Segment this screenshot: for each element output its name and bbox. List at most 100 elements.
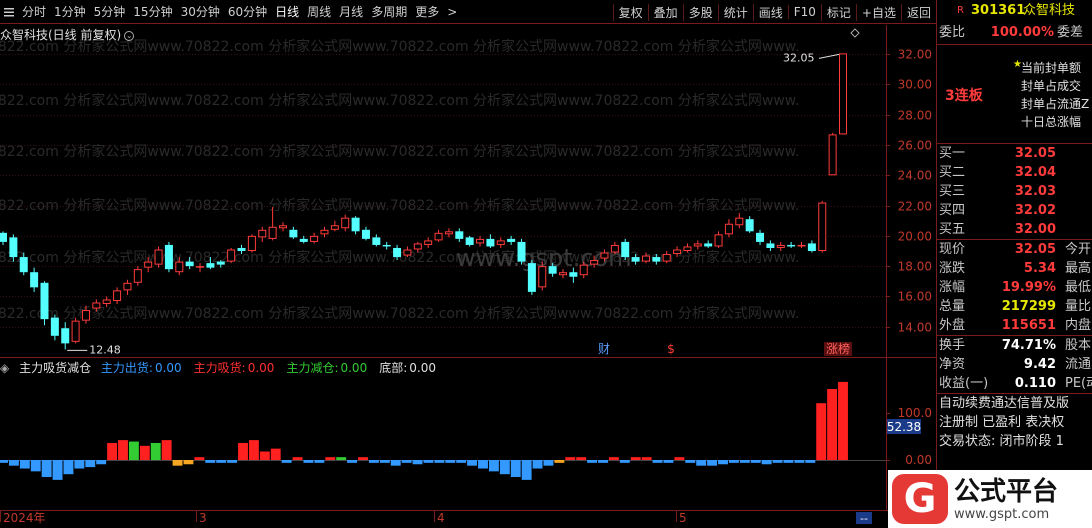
candle[interactable] [517,238,526,265]
candle[interactable] [61,322,70,350]
candle[interactable] [465,235,474,247]
chevron-down-icon[interactable]: ⌄ [124,30,135,41]
candle-body [393,247,402,258]
toolbar-button[interactable]: 多股 [682,3,718,21]
candle[interactable] [279,222,287,232]
candle[interactable] [113,287,122,304]
candle[interactable] [704,240,713,248]
candle[interactable] [164,241,173,273]
indicator-toggle-icon[interactable]: ◈ [0,361,9,375]
event-marker[interactable]: $ [667,342,675,356]
note-text: 交易状态: 闭市阶段 1 [939,434,1064,449]
toolbar-button[interactable]: 复权 [612,3,648,21]
indicator-bar [423,460,434,463]
candle[interactable] [828,132,837,176]
bid-row[interactable]: 买五 32.00 [937,220,1092,239]
period-tab[interactable]: 日线 [271,3,303,20]
note-text: 自动续费通达信普及版 [939,396,1070,411]
candle[interactable] [50,314,59,341]
period-tab[interactable]: 30分钟 [177,3,224,20]
candle[interactable] [258,226,267,242]
candle[interactable] [735,213,744,229]
candle[interactable] [745,216,754,233]
candle[interactable] [372,234,381,247]
indicator-name[interactable]: 主力吸货减仓 [19,361,91,375]
candle[interactable] [0,231,7,245]
toolbar-button[interactable]: 画线 [752,3,788,21]
candle[interactable] [351,216,360,235]
candle[interactable] [403,246,412,258]
menu-icon[interactable] [3,6,15,18]
candle[interactable] [455,228,464,242]
toolbar-button[interactable]: 叠加 [647,3,683,21]
candle[interactable] [444,228,453,238]
candle[interactable] [797,241,806,248]
candle[interactable] [341,214,350,232]
bid-row[interactable]: 买二 32.04 [937,163,1092,182]
candle[interactable] [361,226,370,241]
event-marker[interactable]: 财 [598,342,610,356]
candle[interactable] [71,317,80,344]
period-tab[interactable]: 1分钟 [50,3,90,20]
indicator-bar [8,460,19,466]
diamond-icon[interactable] [850,28,860,38]
candle[interactable] [693,240,702,250]
candle[interactable] [621,238,630,261]
period-tab[interactable]: 60分钟 [224,3,271,20]
chevron-right-icon[interactable]: > [443,5,461,19]
x-axis-end-marker: -- [860,512,868,525]
indicator-bar [19,460,30,469]
fundamental-label: 收益(一) [939,376,989,391]
quote-extra-label: 量比 [1065,299,1092,314]
candle[interactable] [133,266,142,286]
candle[interactable] [320,226,329,238]
candle[interactable] [434,229,443,242]
candle[interactable] [527,260,536,295]
toolbar-button[interactable]: 统计 [717,3,753,21]
indicator-bar [118,440,128,460]
candle[interactable] [310,232,319,244]
candle[interactable] [714,231,723,248]
candle-body [569,272,578,277]
candle[interactable] [787,241,796,248]
toolbar-button[interactable]: 返回 [900,3,936,21]
period-tab[interactable]: 周线 [303,3,335,20]
candle[interactable] [123,279,132,295]
candle[interactable] [818,201,827,253]
candle[interactable] [486,234,495,248]
toolbar-button[interactable]: +自选 [855,3,901,21]
event-marker[interactable]: 涨榜 [824,341,852,356]
period-tab[interactable]: 更多 [411,3,443,20]
quote-extra-label: 最高 [1065,261,1092,276]
candle-body [227,249,236,262]
bid-row[interactable]: 买一 32.05 [937,144,1092,163]
candle[interactable] [382,241,391,250]
candle-body [299,238,308,242]
candle[interactable] [807,240,816,253]
period-tab[interactable]: 月线 [335,3,367,20]
kline-chart[interactable]: 32.00 30.00 28.00 26.00 24.00 22.00 20.00 18.00… [0,25,936,528]
candle[interactable] [40,281,49,326]
candle[interactable] [839,53,847,135]
candle[interactable] [227,247,236,264]
candle[interactable] [424,237,433,248]
bid-row[interactable]: 买四 32.02 [937,201,1092,220]
toolbar-button[interactable]: 标记 [820,3,856,21]
period-tab[interactable]: 15分钟 [129,3,176,20]
period-tab[interactable]: 分时 [18,3,50,20]
candle[interactable] [247,234,256,253]
period-tab[interactable]: 5分钟 [90,3,130,20]
candle[interactable] [289,226,298,239]
candle[interactable] [30,267,39,292]
x-tick-label: 2024年 [3,511,46,525]
candle[interactable] [756,229,765,245]
toolbar-button[interactable]: F10 [787,5,821,19]
quote-value: 19.99% [1001,280,1056,295]
candle[interactable] [330,220,339,232]
event-label: 财 [598,342,610,356]
candle[interactable] [724,219,733,238]
period-tab[interactable]: 多周期 [367,3,411,20]
candle[interactable] [154,246,163,268]
bid-row[interactable]: 买三 32.03 [937,182,1092,201]
stock-name: 众智科技 [1023,3,1076,18]
